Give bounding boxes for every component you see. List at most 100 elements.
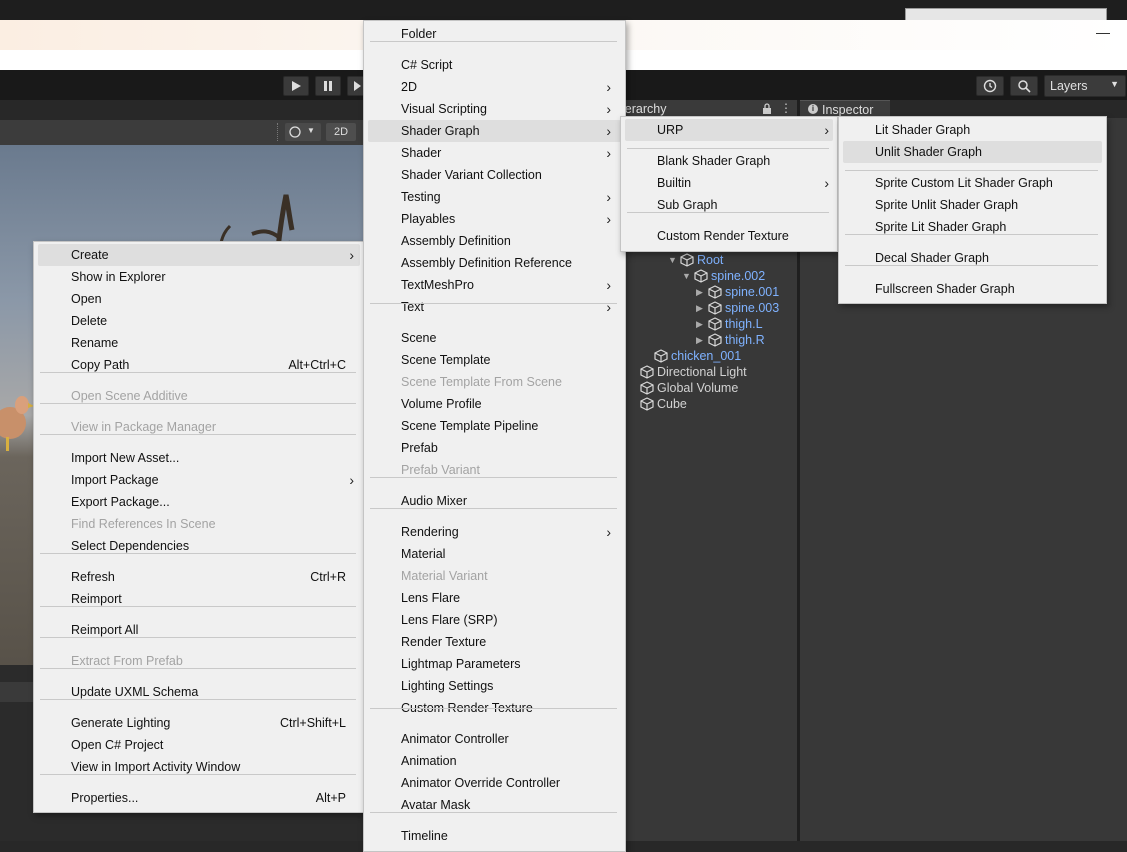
create-menu-item-material[interactable]: Material [368,543,621,565]
drag-handle[interactable] [277,123,280,141]
create-menu-item-assembly-definition[interactable]: Assembly Definition [368,230,621,252]
menu-item-label: Open Scene Additive [71,389,188,403]
menu-item-label: URP [657,123,684,137]
shader-graph-menu-item-custom-render-texture[interactable]: Custom Render Texture [625,225,833,247]
create-menu-item-visual-scripting[interactable]: Visual Scripting › [368,98,621,120]
urp-menu-item-unlit-shader-graph[interactable]: Unlit Shader Graph [843,141,1102,163]
gameobject-cube-icon [708,285,722,299]
shader-graph-menu-item-builtin[interactable]: Builtin › [625,172,833,194]
menu-item-label: Animator Controller [401,732,509,746]
context-menu-item-show-in-explorer[interactable]: Show in Explorer [38,266,360,288]
pause-icon[interactable] [315,76,341,96]
shader-graph-submenu: URP › Blank Shader Graph Builtin › Sub Graph C… [620,116,838,252]
inspector-tab-label: Inspector [822,103,874,117]
play-icon[interactable] [283,76,309,96]
hierarchy-item-cube[interactable]: Cube [640,396,687,412]
hierarchy-item-thigh-r[interactable]: ▶ thigh.R [696,332,765,348]
hierarchy-item-root[interactable]: ▼ Root [668,252,723,268]
context-menu-item-open[interactable]: Open [38,288,360,310]
expand-down-icon[interactable]: ▼ [668,255,680,265]
context-menu-item-delete[interactable]: Delete [38,310,360,332]
expand-down-icon[interactable]: ▼ [682,271,694,281]
create-menu-item-testing[interactable]: Testing › [368,186,621,208]
chevron-right-icon: › [606,101,611,117]
create-menu-item-animation[interactable]: Animation [368,750,621,772]
create-menu-item-shader[interactable]: Shader › [368,142,621,164]
context-menu-item-find-references-in-scene: Find References In Scene [38,513,360,535]
context-menu-item-export-package[interactable]: Export Package... [38,491,360,513]
hierarchy-item-label: spine.003 [725,301,780,315]
expand-right-icon[interactable]: ▶ [696,287,708,298]
context-menu-item-properties[interactable]: Properties... Alt+P [38,787,360,809]
context-menu-item-rename[interactable]: Rename [38,332,360,354]
create-menu-item-lightmap-parameters[interactable]: Lightmap Parameters [368,653,621,675]
menu-item-label: Scene Template [401,353,491,367]
shader-graph-menu-item-blank-shader-graph[interactable]: Blank Shader Graph [625,150,833,172]
create-menu-item-2d[interactable]: 2D › [368,76,621,98]
create-menu-item-volume-profile[interactable]: Volume Profile [368,393,621,415]
urp-menu-item-sprite-unlit-shader-graph[interactable]: Sprite Unlit Shader Graph [843,194,1102,216]
context-menu-item-generate-lighting[interactable]: Generate Lighting Ctrl+Shift+L [38,712,360,734]
create-menu-item-render-texture[interactable]: Render Texture [368,631,621,653]
hierarchy-item-directional-light[interactable]: Directional Light [640,364,747,380]
create-menu-item-textmeshpro[interactable]: TextMeshPro › [368,274,621,296]
create-menu-item-timeline[interactable]: Timeline [368,825,621,847]
menu-item-label: Copy Path [71,358,130,372]
hierarchy-item-spine-001[interactable]: ▶ spine.001 [696,284,779,300]
expand-right-icon[interactable]: ▶ [696,303,708,314]
urp-menu-item-lit-shader-graph[interactable]: Lit Shader Graph [843,119,1102,141]
urp-menu-item-sprite-custom-lit-shader-graph[interactable]: Sprite Custom Lit Shader Graph [843,172,1102,194]
chevron-right-icon: › [606,211,611,227]
expand-right-icon[interactable]: ▶ [696,335,708,346]
context-menu-item-create[interactable]: Create › [38,244,360,266]
menu-item-label: Show in Explorer [71,270,166,284]
menu-item-label: View in Package Manager [71,420,216,434]
hierarchy-item-thigh-l[interactable]: ▶ thigh.L [696,316,763,332]
layers-dropdown[interactable]: Layers ▼ [1044,75,1126,97]
create-menu-item-scene-template-pipeline[interactable]: Scene Template Pipeline [368,415,621,437]
expand-right-icon[interactable]: ▶ [696,319,708,330]
create-menu-item-scene-template[interactable]: Scene Template [368,349,621,371]
minimize-icon[interactable]: — [1096,24,1110,40]
menu-item-label: Shader [401,146,442,160]
create-menu-item-lens-flare[interactable]: Lens Flare [368,587,621,609]
context-menu-item-open-c-project[interactable]: Open C# Project [38,734,360,756]
menu-item-label: Find References In Scene [71,517,216,531]
create-menu-item-playables[interactable]: Playables › [368,208,621,230]
hierarchy-item-global-volume[interactable]: Global Volume [640,380,738,396]
create-menu-item-c-script[interactable]: C# Script [368,54,621,76]
create-menu-item-shader-variant-collection[interactable]: Shader Variant Collection [368,164,621,186]
shader-graph-menu-item-urp[interactable]: URP › [625,119,833,141]
hierarchy-item-spine-002[interactable]: ▼ spine.002 [682,268,765,284]
menu-item-label: Blank Shader Graph [657,154,771,168]
context-menu-item-refresh[interactable]: Refresh Ctrl+R [38,566,360,588]
create-menu-item-text[interactable]: Text › [368,296,621,318]
menu-separator [40,668,356,669]
context-menu-item-import-package[interactable]: Import Package › [38,469,360,491]
toggle-2d-button[interactable]: 2D [326,123,356,141]
menu-item-label: Prefab Variant [401,463,480,477]
create-menu-item-prefab[interactable]: Prefab [368,437,621,459]
create-menu-item-animator-controller[interactable]: Animator Controller [368,728,621,750]
create-menu-item-shader-graph[interactable]: Shader Graph › [368,120,621,142]
urp-menu-item-fullscreen-shader-graph[interactable]: Fullscreen Shader Graph [843,278,1102,300]
create-menu-item-assembly-definition-reference[interactable]: Assembly Definition Reference [368,252,621,274]
menu-separator [627,148,829,149]
create-menu-item-scene[interactable]: Scene [368,327,621,349]
create-menu-item-animator-override-controller[interactable]: Animator Override Controller [368,772,621,794]
search-icon[interactable] [1010,76,1038,96]
create-menu-item-scene-template-from-scene: Scene Template From Scene [368,371,621,393]
menu-separator [370,708,617,709]
menu-item-label: Material [401,547,446,561]
lock-icon[interactable] [762,103,772,115]
hierarchy-item-spine-003[interactable]: ▶ spine.003 [696,300,779,316]
more-options-icon[interactable]: ⋮ [780,101,792,115]
create-menu-item-rendering[interactable]: Rendering › [368,521,621,543]
context-menu-item-import-new-asset[interactable]: Import New Asset... [38,447,360,469]
history-icon[interactable] [976,76,1004,96]
menu-separator [40,637,356,638]
create-menu-item-lens-flare-srp[interactable]: Lens Flare (SRP) [368,609,621,631]
shading-mode-dropdown[interactable]: ▼ [285,123,321,141]
create-menu-item-lighting-settings[interactable]: Lighting Settings [368,675,621,697]
hierarchy-item-chicken-001[interactable]: chicken_001 [654,348,741,364]
